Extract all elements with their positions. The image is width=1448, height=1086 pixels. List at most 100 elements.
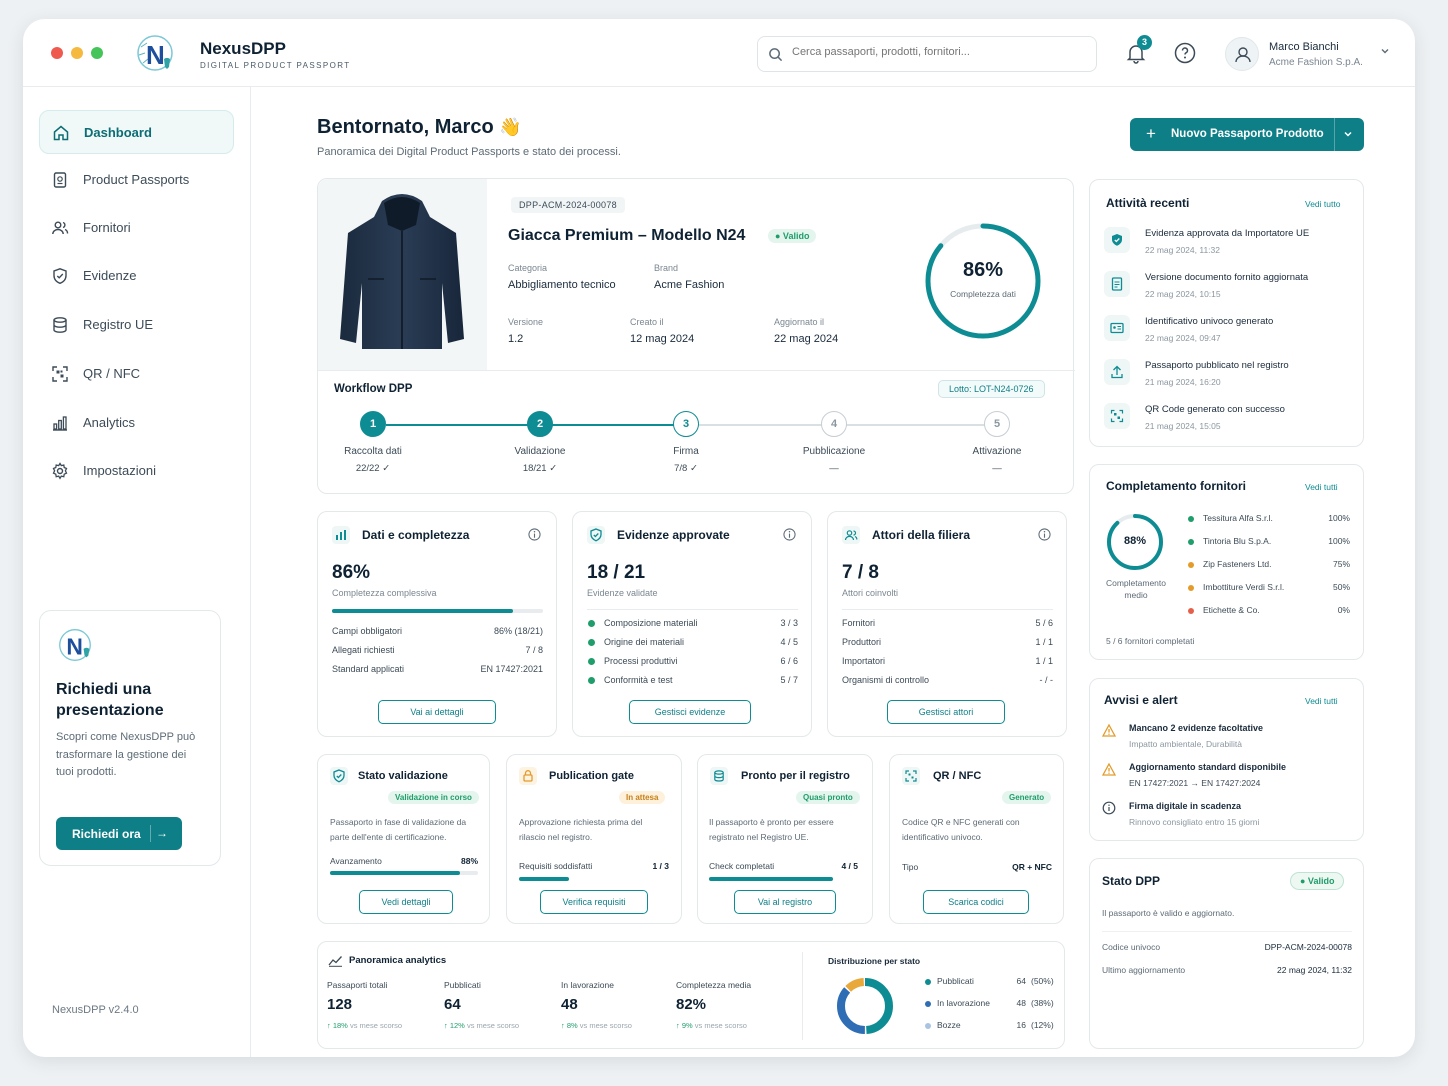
activity-icon	[1104, 271, 1130, 297]
info-icon[interactable]	[1038, 528, 1051, 541]
step-label: Pubblicazione	[802, 446, 866, 457]
sidebar-item-evidenze[interactable]: Evidenze	[39, 254, 234, 298]
metric-value: 1 / 3	[652, 861, 669, 871]
row-label: Origine dei materiali	[604, 637, 685, 647]
download-codes-button[interactable]: Scarica codici	[923, 890, 1029, 914]
maximize-window-dot[interactable]	[91, 47, 103, 59]
legend-dot-published	[925, 979, 931, 985]
recent-activity-card: Attività recenti Vedi tutto Evidenza app…	[1089, 179, 1364, 447]
card-title: Completamento fornitori	[1106, 479, 1246, 493]
sidebar-item-label: Registro UE	[83, 317, 154, 332]
row-value: 7 / 8	[525, 645, 543, 655]
step-sub: 7/8 ✓	[674, 463, 698, 474]
sidebar-item-product-passports[interactable]: Product Passports	[39, 158, 234, 202]
row-label: Processi produttivi	[604, 656, 678, 666]
status-badge: Generato	[1002, 791, 1052, 804]
see-all-link[interactable]: Vedi tutti	[1305, 696, 1338, 706]
sidebar-item-qr-nfc[interactable]: QR / NFC	[39, 352, 234, 396]
new-passport-button[interactable]: + Nuovo Passaporto Prodotto	[1130, 118, 1364, 151]
row-value: 86% (18/21)	[493, 626, 543, 636]
supplier-value: 100%	[1328, 513, 1350, 523]
user-menu[interactable]: Marco Bianchi Acme Fashion S.p.A.	[1225, 35, 1393, 73]
close-window-dot[interactable]	[51, 47, 63, 59]
row-label: Produttori	[842, 637, 882, 647]
workflow-step-2[interactable]: 2	[527, 411, 553, 437]
info-icon[interactable]	[783, 528, 796, 541]
status-card-publication-gate: Publication gate In attesa Approvazione …	[506, 754, 682, 924]
status-badge: Quasi pronto	[796, 791, 860, 804]
sidebar-item-dashboard[interactable]: Dashboard	[39, 110, 234, 154]
activity-icon	[1104, 315, 1130, 341]
stat-value: 82%	[676, 996, 707, 1013]
request-demo-button[interactable]: Richiedi ora →	[56, 817, 182, 850]
info-icon[interactable]	[528, 528, 541, 541]
see-all-link[interactable]: Vedi tutti	[1305, 482, 1338, 492]
card-text: Approvazione richiesta prima del rilasci…	[519, 817, 643, 842]
view-details-button[interactable]: Vedi dettagli	[359, 890, 453, 914]
sidebar-item-registro-ue[interactable]: Registro UE	[39, 303, 234, 347]
supplier-value: 50%	[1332, 582, 1350, 592]
legend-percent: (50%)	[1031, 976, 1054, 986]
minimize-window-dot[interactable]	[71, 47, 83, 59]
requirements-progress	[519, 877, 669, 881]
chart-title: Distribuzione per stato	[828, 956, 921, 966]
activity-icon	[1104, 227, 1130, 253]
card-title: Pronto per il registro	[741, 770, 850, 782]
stat-delta: ↑ 18%	[327, 1021, 348, 1030]
kpi-value: 7 / 8	[842, 562, 879, 583]
demo-request-card: N Richiedi una presentazione Scopri come…	[39, 610, 221, 866]
sidebar-item-fornitori[interactable]: Fornitori	[39, 206, 234, 250]
supplier-status-dot	[1188, 562, 1194, 568]
updated-label: Aggiornato il	[774, 317, 825, 327]
workflow-step-5[interactable]: 5	[984, 411, 1010, 437]
row-value: EN 17427:2021	[480, 664, 543, 674]
kpi-sub: Attori coinvolti	[842, 588, 899, 598]
legend-dot-drafts	[925, 1023, 931, 1029]
details-button[interactable]: Vai ai dettagli	[378, 700, 496, 724]
manage-actors-button[interactable]: Gestisci attori	[887, 700, 1005, 724]
go-to-registry-button[interactable]: Vai al registro	[734, 890, 836, 914]
workflow-step-4[interactable]: 4	[821, 411, 847, 437]
checks-progress	[709, 877, 864, 881]
status-donut-chart	[837, 978, 893, 1034]
legend-label: Bozze	[937, 1020, 961, 1030]
stat-delta: ↑ 12%	[444, 1021, 465, 1030]
check-circle-icon	[588, 677, 595, 684]
sidebar-item-label: Fornitori	[83, 220, 131, 235]
stat-delta: ↑ 8%	[561, 1021, 578, 1030]
manage-evidence-button[interactable]: Gestisci evidenze	[629, 700, 751, 724]
search-input[interactable]	[792, 46, 1082, 58]
help-icon[interactable]	[1173, 41, 1197, 65]
sidebar-item-analytics[interactable]: Analytics	[39, 401, 234, 445]
activity-date: 22 mag 2024, 10:15	[1145, 289, 1221, 299]
lock-icon	[519, 767, 537, 785]
row-label: Conformità e test	[604, 675, 673, 685]
stat-label: Passaporti totali	[327, 980, 388, 990]
see-all-link[interactable]: Vedi tutto	[1305, 199, 1340, 209]
promo-text: Scopri come NexusDPP può trasformare la …	[56, 731, 196, 778]
supplier-name: Imbottiture Verdi S.r.l.	[1203, 582, 1285, 592]
activity-icon	[1104, 403, 1130, 429]
users-icon	[52, 221, 69, 235]
page-title: Bentornato, Marco 👋	[317, 116, 522, 139]
activity-icon	[1104, 359, 1130, 385]
workflow-step-1[interactable]: 1	[360, 411, 386, 437]
workflow-step-3[interactable]: 3	[673, 411, 699, 437]
sidebar-item-impostazioni[interactable]: Impostazioni	[39, 449, 234, 493]
database-icon	[53, 317, 67, 333]
verify-requirements-button[interactable]: Verifica requisiti	[540, 890, 648, 914]
card-title: Avvisi e alert	[1104, 693, 1178, 707]
chevron-down-icon[interactable]	[1342, 128, 1354, 140]
kpi-progress	[332, 609, 543, 613]
supplier-name: Zip Fasteners Ltd.	[1203, 559, 1272, 569]
search-box[interactable]	[757, 36, 1097, 72]
sidebar-item-label: Evidenze	[83, 268, 137, 283]
qr-icon	[902, 767, 920, 785]
product-name: Giacca Premium – Modello N24	[508, 227, 746, 244]
chart-icon	[332, 526, 350, 544]
kpi-value: 86%	[332, 562, 371, 583]
row-value: 4 / 5	[780, 637, 798, 647]
step-label: Raccolta dati	[344, 446, 402, 457]
row-label: Campi obbligatori	[332, 626, 403, 636]
supplier-value: 100%	[1328, 536, 1350, 546]
